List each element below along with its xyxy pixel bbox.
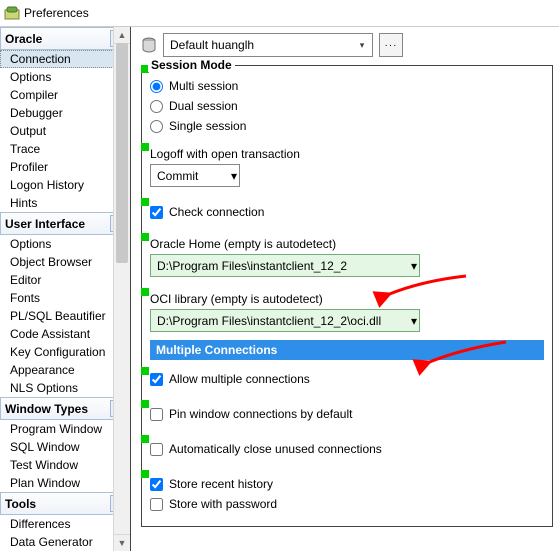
- chevron-down-icon: ▾: [411, 259, 417, 273]
- category-label: Tools: [5, 497, 36, 511]
- sidebar-item[interactable]: Program Window: [0, 420, 130, 438]
- category-label: User Interface: [5, 217, 85, 231]
- change-marker-icon: [141, 400, 149, 408]
- change-marker-icon: [141, 435, 149, 443]
- title-bar: Preferences: [0, 0, 559, 27]
- sidebar-item[interactable]: Appearance: [0, 361, 130, 379]
- sidebar-item[interactable]: Debugger: [0, 104, 130, 122]
- sidebar-item[interactable]: Test Window: [0, 456, 130, 474]
- profile-select[interactable]: Default huanglh ▾: [163, 33, 373, 57]
- sidebar-item[interactable]: Code Assistant: [0, 325, 130, 343]
- autoclose-checkbox[interactable]: Automatically close unused connections: [150, 439, 544, 459]
- sidebar-item[interactable]: Compiler: [0, 86, 130, 104]
- oracle-home-input[interactable]: D:\Program Files\instantclient_12_2 ▾: [150, 254, 420, 277]
- main-panel: Default huanglh ▾ ··· Session Mode Multi…: [131, 27, 559, 551]
- sidebar-scrollbar[interactable]: ▲ ▼: [113, 27, 130, 551]
- sidebar-item[interactable]: Data Generator: [0, 533, 130, 551]
- change-marker-icon: [141, 288, 149, 296]
- category-label: Oracle: [5, 32, 42, 46]
- session-mode-group: Session Mode Multi session Dual session …: [141, 65, 553, 527]
- allow-multi-checkbox[interactable]: Allow multiple connections: [150, 369, 544, 389]
- sidebar-item[interactable]: Connection: [0, 50, 130, 68]
- sidebar-item[interactable]: SQL Window: [0, 438, 130, 456]
- check-connection-checkbox[interactable]: Check connection: [150, 202, 544, 222]
- change-marker-icon: [141, 367, 149, 375]
- radio-single-session[interactable]: Single session: [150, 116, 544, 136]
- store-password-checkbox[interactable]: Store with password: [150, 494, 544, 514]
- scroll-down-icon[interactable]: ▼: [114, 534, 130, 551]
- store-recent-checkbox[interactable]: Store recent history: [150, 474, 544, 494]
- pin-connections-checkbox[interactable]: Pin window connections by default: [150, 404, 544, 424]
- change-marker-icon: [141, 198, 149, 206]
- category-header[interactable]: Tools▾: [0, 492, 130, 515]
- sidebar-item[interactable]: Logon History: [0, 176, 130, 194]
- db-icon: [141, 37, 157, 53]
- change-marker-icon: [141, 233, 149, 241]
- category-header[interactable]: Window Types▾: [0, 397, 130, 420]
- change-marker-icon: [141, 143, 149, 151]
- oracle-home-label: Oracle Home (empty is autodetect): [150, 237, 544, 251]
- sidebar-item[interactable]: Object Browser: [0, 253, 130, 271]
- sidebar: Oracle▾ConnectionOptionsCompilerDebugger…: [0, 27, 131, 551]
- more-button[interactable]: ···: [379, 33, 403, 57]
- sidebar-item[interactable]: Key Configuration: [0, 343, 130, 361]
- chevron-down-icon: ▾: [231, 169, 237, 183]
- sidebar-item[interactable]: Fonts: [0, 289, 130, 307]
- category-label: Window Types: [5, 402, 88, 416]
- chevron-down-icon: ▾: [354, 40, 370, 51]
- category-header[interactable]: User Interface▾: [0, 212, 130, 235]
- sidebar-item[interactable]: NLS Options: [0, 379, 130, 397]
- sidebar-item[interactable]: Options: [0, 68, 130, 86]
- chevron-down-icon: ▾: [411, 314, 417, 328]
- scroll-up-icon[interactable]: ▲: [114, 27, 130, 44]
- change-marker-icon: [141, 470, 149, 478]
- sidebar-item[interactable]: Plan Window: [0, 474, 130, 492]
- radio-multi-session[interactable]: Multi session: [150, 76, 544, 96]
- oci-library-label: OCI library (empty is autodetect): [150, 292, 544, 306]
- sidebar-item[interactable]: Options: [0, 235, 130, 253]
- window-title: Preferences: [24, 6, 89, 20]
- sidebar-item[interactable]: Hints: [0, 194, 130, 212]
- sidebar-item[interactable]: Differences: [0, 515, 130, 533]
- logoff-label: Logoff with open transaction: [150, 147, 544, 161]
- category-header[interactable]: Oracle▾: [0, 27, 130, 50]
- multiple-connections-header: Multiple Connections: [150, 340, 544, 360]
- sidebar-item[interactable]: PL/SQL Beautifier: [0, 307, 130, 325]
- sidebar-item[interactable]: Output: [0, 122, 130, 140]
- scrollbar-thumb[interactable]: [116, 43, 128, 263]
- session-mode-legend: Session Mode: [148, 58, 235, 72]
- logoff-select[interactable]: Commit ▾: [150, 164, 240, 187]
- oci-library-input[interactable]: D:\Program Files\instantclient_12_2\oci.…: [150, 309, 420, 332]
- profile-select-value: Default huanglh: [170, 38, 254, 52]
- radio-dual-session[interactable]: Dual session: [150, 96, 544, 116]
- sidebar-item[interactable]: Editor: [0, 271, 130, 289]
- sidebar-item[interactable]: Trace: [0, 140, 130, 158]
- app-icon: [4, 5, 20, 21]
- sidebar-item[interactable]: Profiler: [0, 158, 130, 176]
